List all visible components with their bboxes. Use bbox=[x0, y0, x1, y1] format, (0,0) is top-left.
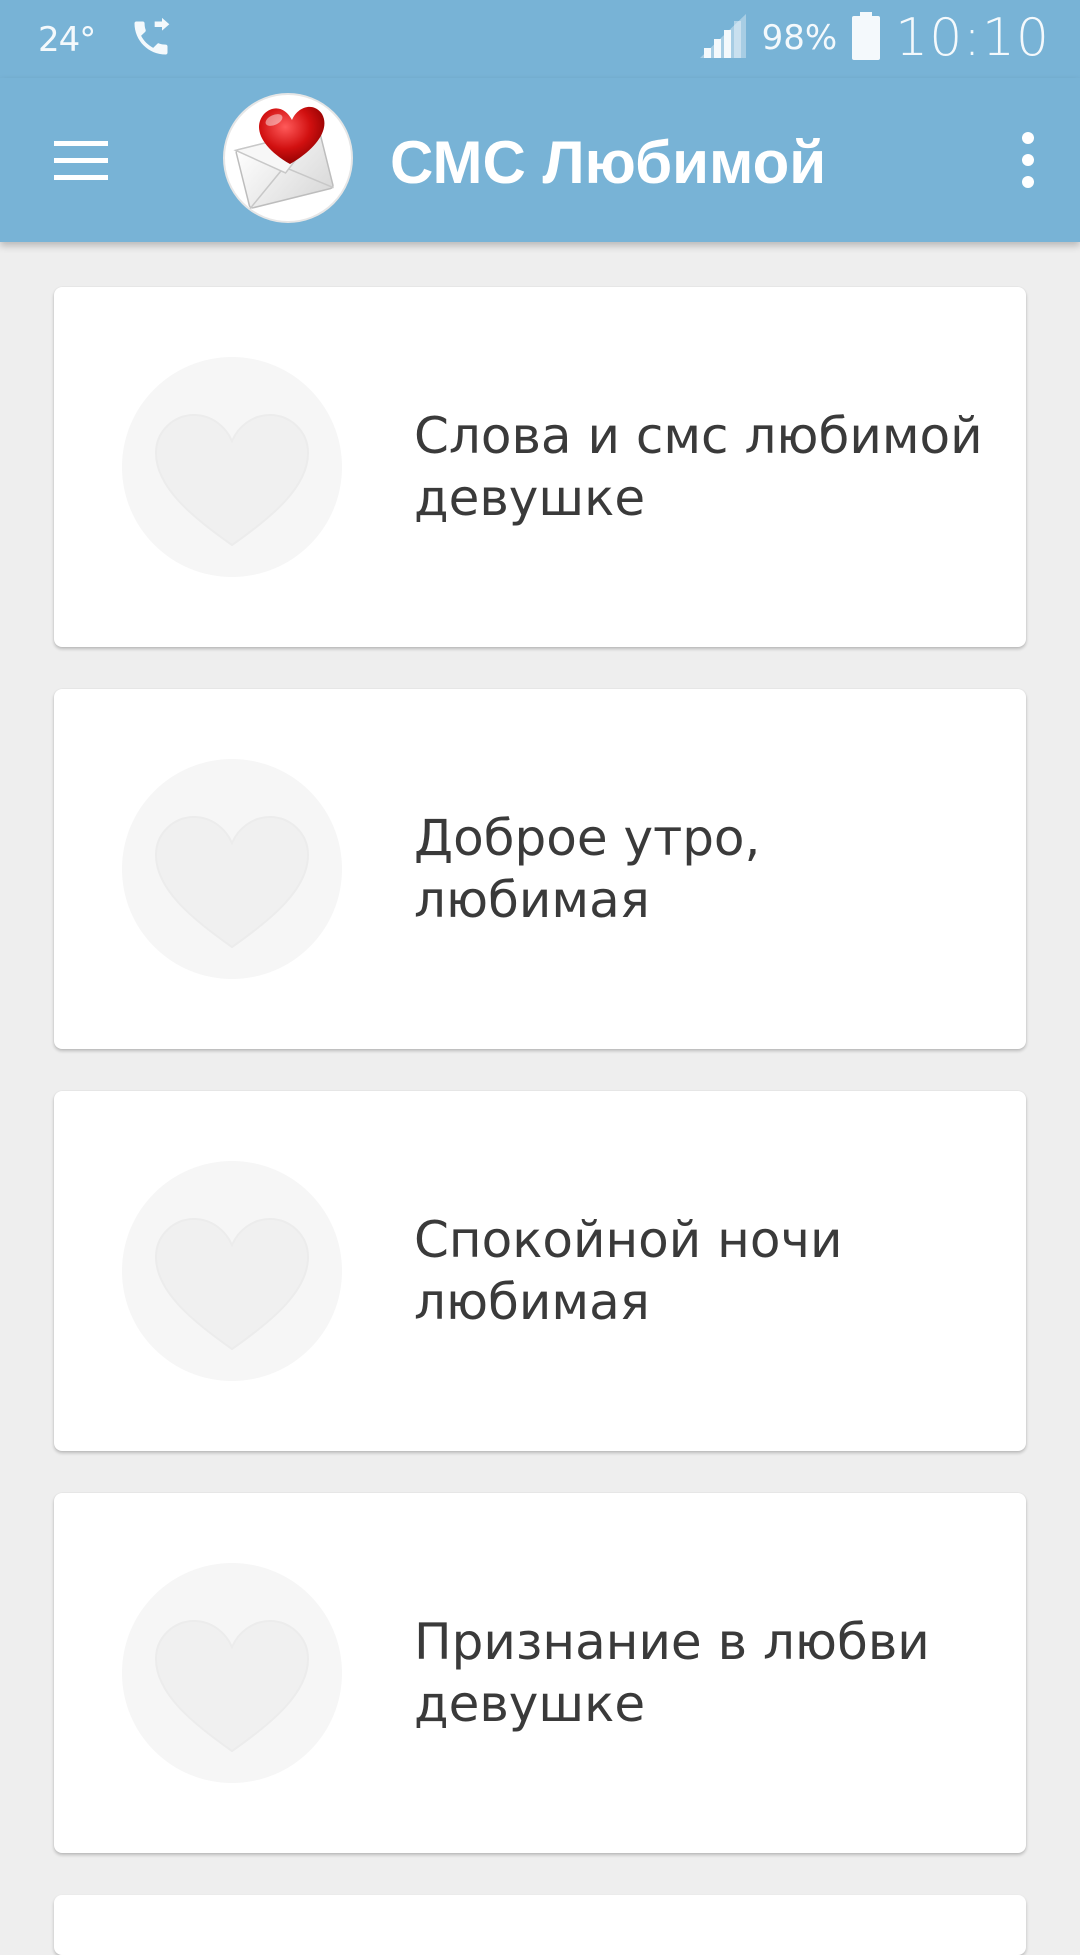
category-card-words[interactable]: Слова и смс любимой девушке bbox=[54, 287, 1026, 647]
hamburger-menu-button[interactable] bbox=[52, 133, 116, 189]
status-bar: 24° 98% 10:10 bbox=[0, 0, 1080, 78]
cell-signal-icon bbox=[698, 12, 748, 64]
category-label: Признание в любви девушке bbox=[414, 1613, 930, 1733]
battery-icon bbox=[851, 11, 881, 65]
category-label: Спокойной ночи любимая bbox=[414, 1211, 843, 1331]
phone-forward-icon bbox=[129, 16, 173, 64]
app-bar: СМС Любимой bbox=[0, 78, 1080, 242]
category-list: Слова и смс любимой девушке Доброе утро,… bbox=[54, 287, 1026, 1895]
heart-icon bbox=[122, 1563, 342, 1783]
category-card-good-morning[interactable]: Доброе утро, любимая bbox=[54, 689, 1026, 1049]
hamburger-menu-icon bbox=[54, 141, 108, 180]
clock-time: 10:10 bbox=[895, 8, 1050, 68]
temperature-text: 24° bbox=[38, 20, 96, 60]
category-label: Слова и смс любимой девушке bbox=[414, 407, 983, 527]
category-label: Доброе утро, любимая bbox=[414, 809, 761, 929]
status-bar-right: 98% 10:10 bbox=[698, 8, 1050, 68]
heart-envelope-logo bbox=[222, 92, 354, 224]
category-card-partial[interactable] bbox=[54, 1895, 1026, 1955]
battery-percent: 98% bbox=[761, 18, 838, 58]
more-options-button[interactable] bbox=[990, 126, 1050, 194]
status-bar-left: 24° bbox=[38, 16, 173, 64]
more-vertical-icon bbox=[1022, 132, 1034, 188]
heart-icon bbox=[122, 357, 342, 577]
app-title: СМС Любимой bbox=[390, 129, 827, 196]
heart-icon bbox=[122, 1161, 342, 1381]
category-card-love-confession[interactable]: Признание в любви девушке bbox=[54, 1493, 1026, 1853]
heart-icon bbox=[122, 759, 342, 979]
category-card-good-night[interactable]: Спокойной ночи любимая bbox=[54, 1091, 1026, 1451]
